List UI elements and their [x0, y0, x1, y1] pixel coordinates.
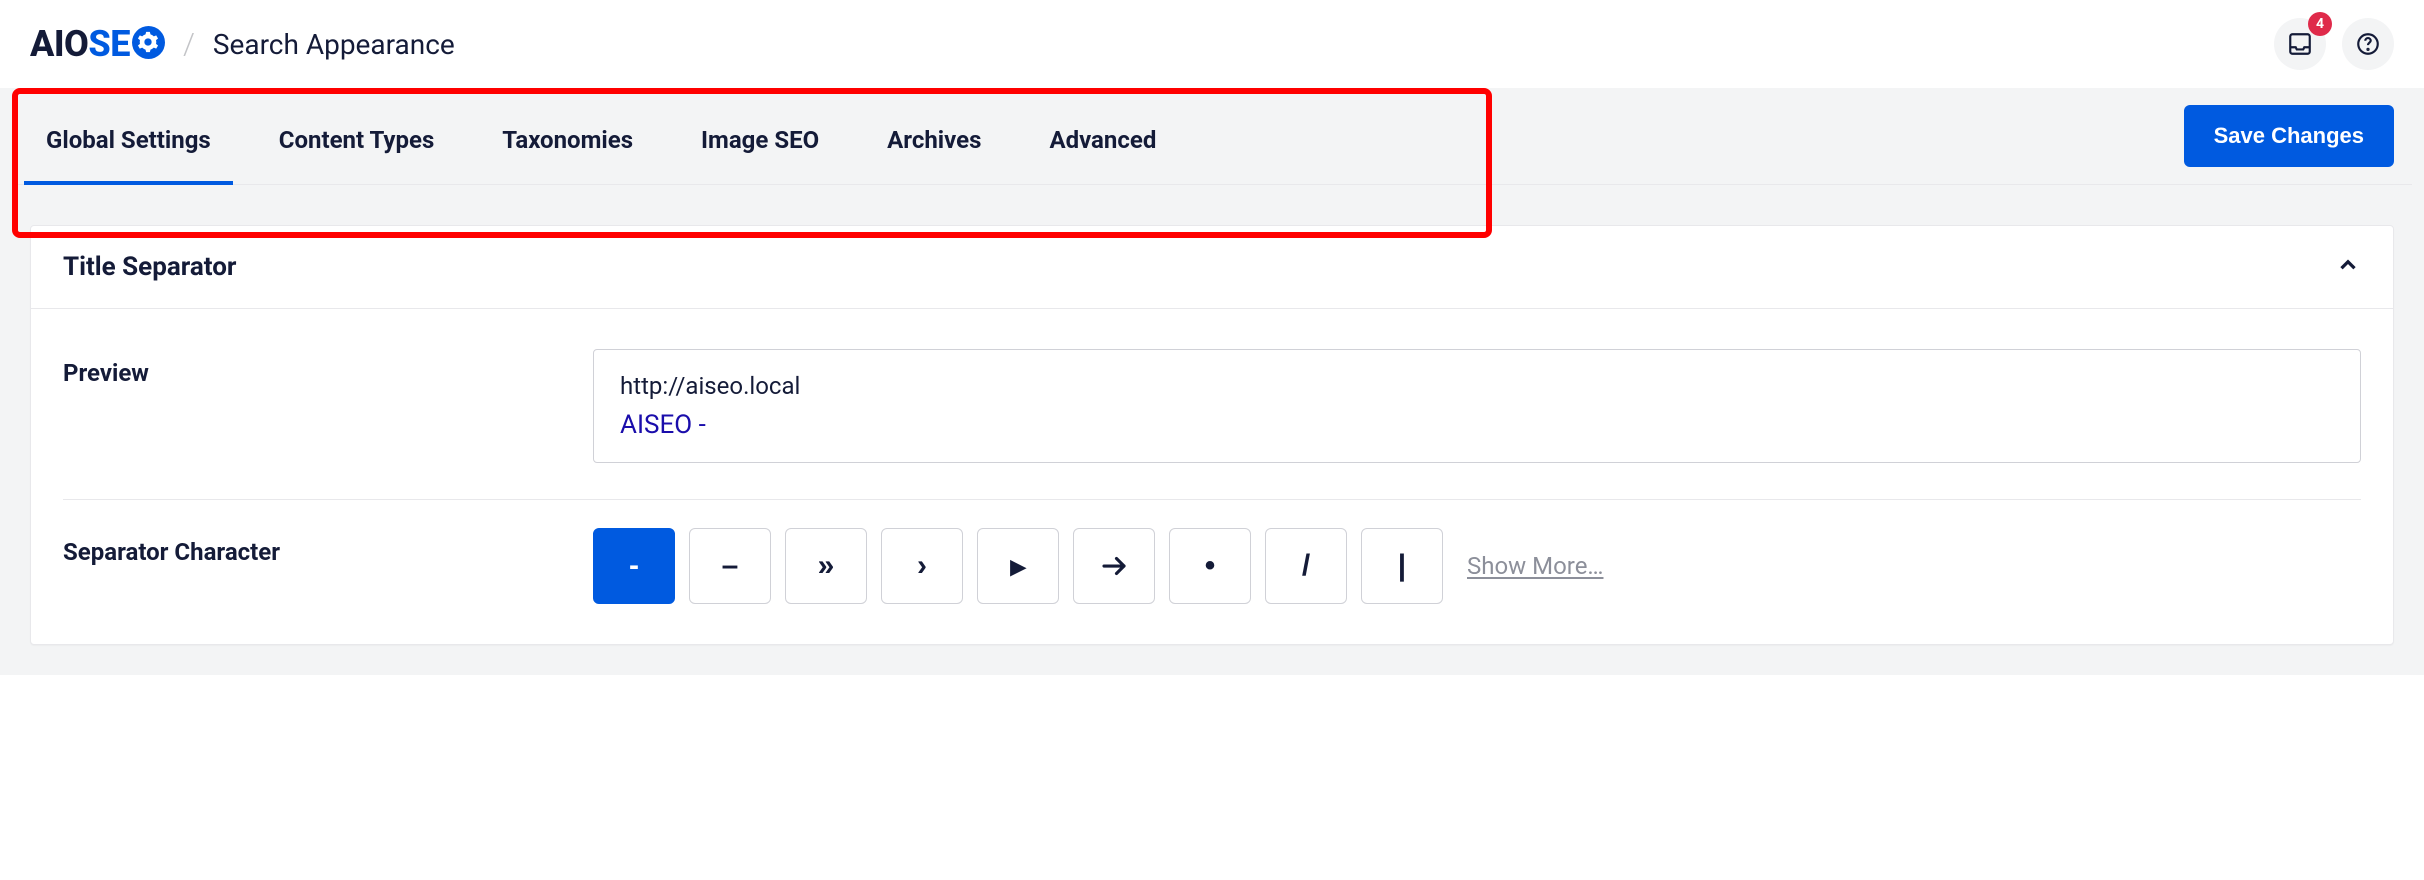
separator-option-pipe[interactable]: |: [1361, 528, 1443, 604]
inbox-icon: [2287, 31, 2313, 57]
tabs-actions: Save Changes: [2184, 88, 2412, 184]
app-header: AIOSE / Search Appearance 4: [0, 0, 2424, 88]
card-body: Preview http://aiseo.local AISEO - Separ…: [31, 309, 2393, 644]
logo-text-se: SE: [88, 23, 130, 65]
page-title: Search Appearance: [213, 28, 455, 61]
arrow-right-icon: [1099, 551, 1129, 581]
header-actions: 4: [2274, 18, 2394, 70]
preview-url: http://aiseo.local: [620, 372, 2334, 400]
chevron-up-icon: [2335, 252, 2361, 278]
tab-archives[interactable]: Archives: [853, 88, 1015, 184]
help-button[interactable]: [2342, 18, 2394, 70]
notification-badge: 4: [2308, 12, 2332, 36]
tabs-row: Global Settings Content Types Taxonomies…: [12, 88, 2412, 185]
breadcrumb-separator: /: [183, 27, 195, 62]
title-separator-card: Title Separator Preview http://aiseo.loc…: [30, 225, 2394, 645]
tab-taxonomies[interactable]: Taxonomies: [468, 88, 667, 184]
save-button[interactable]: Save Changes: [2184, 105, 2394, 167]
preview-row: Preview http://aiseo.local AISEO -: [63, 341, 2361, 500]
separator-option-raquo[interactable]: »: [785, 528, 867, 604]
tab-content-types[interactable]: Content Types: [245, 88, 469, 184]
separator-option-slash[interactable]: /: [1265, 528, 1347, 604]
body-area: Global Settings Content Types Taxonomies…: [0, 88, 2424, 675]
logo-text-aio: AIO: [30, 23, 88, 65]
separator-option-bullet[interactable]: •: [1169, 528, 1251, 604]
tab-image-seo[interactable]: Image SEO: [667, 88, 853, 184]
preview-content: http://aiseo.local AISEO -: [593, 349, 2361, 463]
notifications-button[interactable]: 4: [2274, 18, 2326, 70]
card-title: Title Separator: [63, 252, 236, 282]
separator-row: Separator Character - – » › ▸: [63, 500, 2361, 612]
separator-option-ndash[interactable]: –: [689, 528, 771, 604]
separator-options: - – » › ▸ • / |: [593, 528, 2361, 604]
separator-option-dash[interactable]: -: [593, 528, 675, 604]
help-icon: [2355, 31, 2381, 57]
tab-global-settings[interactable]: Global Settings: [12, 88, 245, 184]
card-collapse-toggle[interactable]: [2335, 252, 2361, 282]
show-more-link[interactable]: Show More…: [1467, 552, 1603, 580]
preview-label: Preview: [63, 349, 593, 387]
separator-label: Separator Character: [63, 528, 593, 566]
separator-content: - – » › ▸ • / |: [593, 528, 2361, 604]
preview-title: AISEO -: [620, 410, 2334, 440]
separator-option-triangle[interactable]: ▸: [977, 528, 1059, 604]
card-header: Title Separator: [31, 226, 2393, 309]
separator-option-rsaquo[interactable]: ›: [881, 528, 963, 604]
preview-box: http://aiseo.local AISEO -: [593, 349, 2361, 463]
tab-advanced[interactable]: Advanced: [1015, 88, 1190, 184]
separator-option-arrow[interactable]: [1073, 528, 1155, 604]
logo: AIOSE: [30, 23, 165, 65]
gear-icon: [137, 31, 159, 53]
logo-o-icon: [132, 26, 165, 59]
